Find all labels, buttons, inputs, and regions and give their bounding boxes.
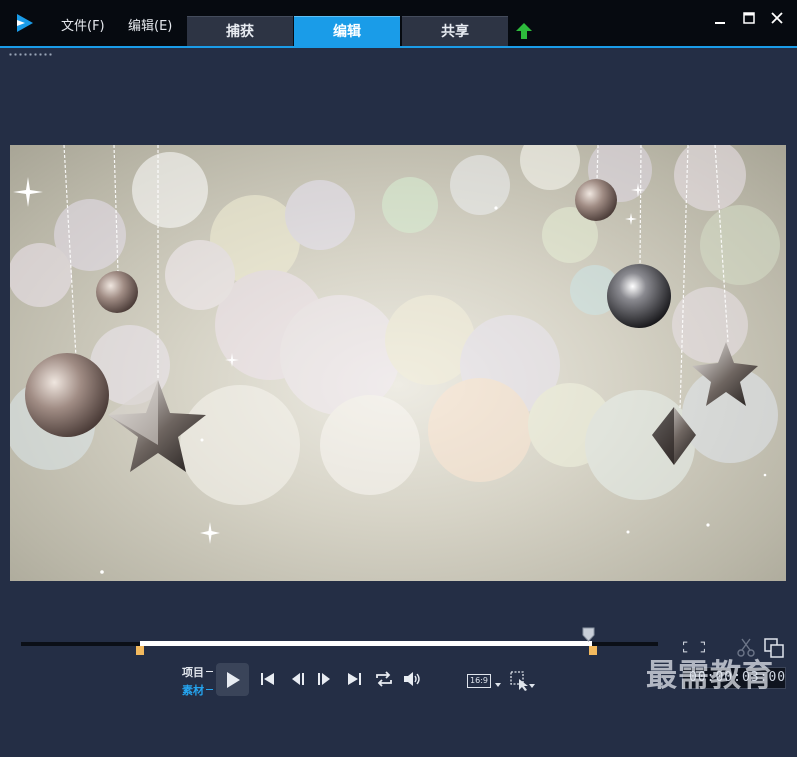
repeat-button[interactable] <box>373 668 395 690</box>
mode-clip-dash <box>206 689 213 690</box>
watermark-text: 最需教育 <box>646 658 774 694</box>
go-to-end-button[interactable] <box>344 668 366 690</box>
mode-project-label[interactable]: 项目 <box>182 664 204 680</box>
tab-capture[interactable]: 捕获 <box>187 16 293 46</box>
trim-in-marker[interactable] <box>136 646 144 655</box>
repeat-icon <box>376 671 392 687</box>
maximize-icon[interactable] <box>740 9 758 27</box>
selection-tool-icon[interactable] <box>509 670 531 692</box>
tab-edit[interactable]: 编辑 <box>294 16 400 46</box>
volume-button[interactable] <box>401 668 423 690</box>
previous-frame-button[interactable] <box>287 668 309 690</box>
go-to-start-icon <box>261 673 274 685</box>
play-button[interactable] <box>216 663 249 696</box>
go-to-end-icon <box>348 673 361 685</box>
menu-edit[interactable]: 编辑(E) <box>128 15 172 34</box>
go-to-start-button[interactable] <box>256 668 278 690</box>
previous-frame-icon <box>292 673 304 685</box>
tab-share[interactable]: 共享 <box>402 16 508 46</box>
preview-frame-image <box>10 145 780 574</box>
app-logo-icon <box>17 14 33 32</box>
aspect-dropdown-arrow-icon[interactable] <box>495 683 501 687</box>
video-preview <box>10 145 786 581</box>
minimize-icon[interactable] <box>711 9 729 27</box>
close-icon[interactable] <box>768 9 786 27</box>
playhead-handle[interactable] <box>582 627 595 642</box>
selection-dropdown-arrow-icon[interactable] <box>529 684 535 688</box>
aspect-ratio-button[interactable]: 16:9 <box>467 674 491 688</box>
upload-icon[interactable] <box>514 22 534 40</box>
drag-handle[interactable] <box>8 53 54 56</box>
mode-project-dash <box>206 671 213 672</box>
trim-out-marker[interactable] <box>589 646 597 655</box>
volume-icon <box>404 672 420 686</box>
next-frame-icon <box>318 673 330 685</box>
trim-range[interactable] <box>140 641 592 646</box>
menu-file[interactable]: 文件(F) <box>61 15 105 34</box>
play-icon <box>226 671 240 688</box>
title-bar: 文件(F) 编辑(E) 捕获 编辑 共享 <box>0 0 797 46</box>
mode-clip-label[interactable]: 素材 <box>182 682 204 698</box>
next-frame-button[interactable] <box>313 668 335 690</box>
